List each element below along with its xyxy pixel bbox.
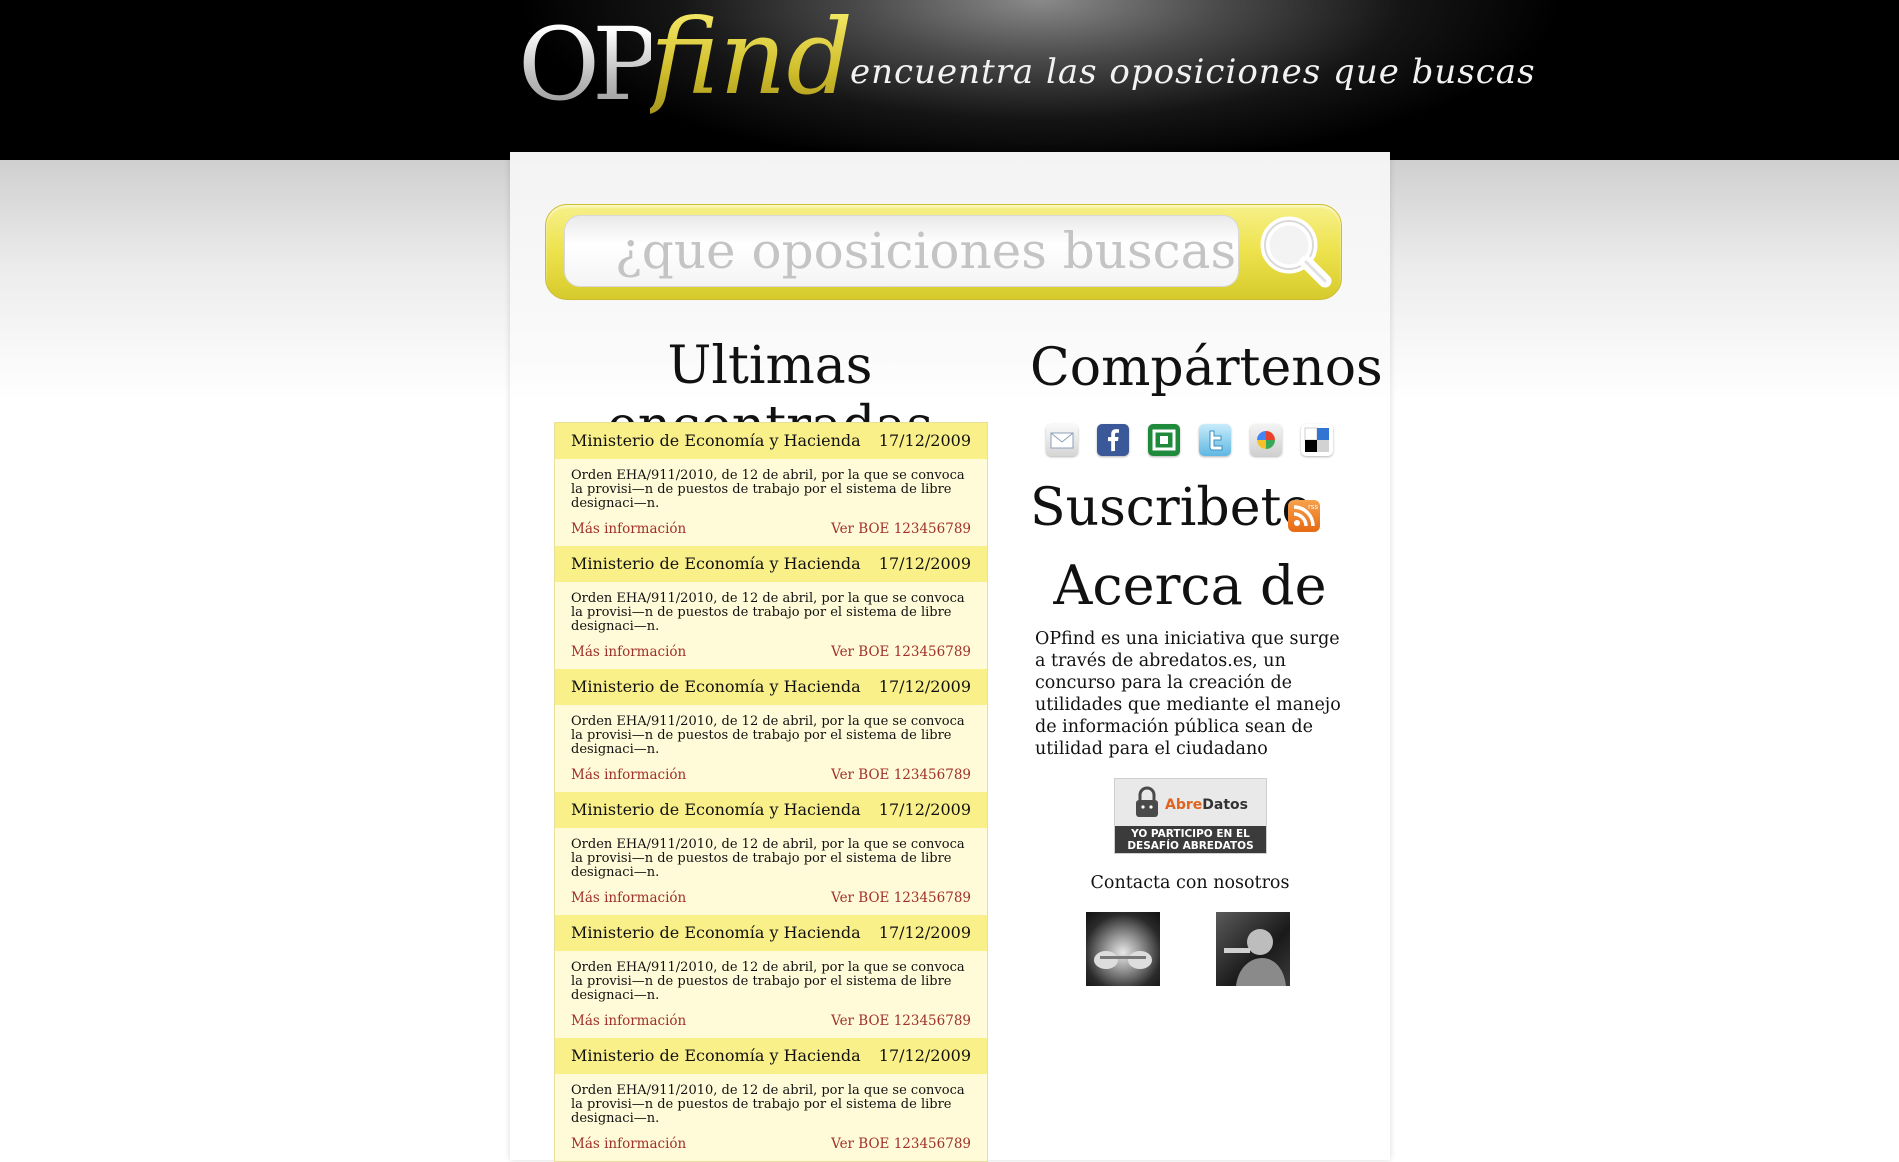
search-button[interactable]: [1251, 207, 1341, 297]
item-header: Ministerio de Economía y Hacienda 17/12/…: [555, 792, 987, 828]
item-description: Orden EHA/911/2010, de 12 de abril, por …: [571, 468, 965, 511]
list-item: Ministerio de Economía y Hacienda 17/12/…: [555, 423, 987, 546]
item-organization: Ministerio de Economía y Hacienda: [571, 431, 861, 450]
subscribe-title: Suscribete: [1030, 478, 1313, 538]
more-info-link[interactable]: Más información: [571, 644, 686, 660]
more-info-link[interactable]: Más información: [571, 890, 686, 906]
item-header: Ministerio de Economía y Hacienda 17/12/…: [555, 423, 987, 459]
item-date: 17/12/2009: [878, 431, 971, 450]
view-boe-link[interactable]: Ver BOE 123456789: [831, 767, 971, 783]
latest-list: Ministerio de Economía y Hacienda 17/12/…: [554, 422, 988, 1162]
magnifier-icon: [1260, 216, 1332, 288]
badge-caption: YO PARTICIPO EN EL DESAFÍO ABREDATOS: [1115, 826, 1266, 853]
item-date: 17/12/2009: [878, 923, 971, 942]
avatar[interactable]: [1216, 912, 1290, 986]
padlock-icon: [1136, 786, 1158, 817]
delicious-icon[interactable]: [1301, 424, 1333, 456]
email-icon[interactable]: [1046, 424, 1078, 456]
share-title: Compártenos: [1030, 338, 1383, 398]
contact-title: Contacta con nosotros: [1090, 873, 1290, 893]
item-organization: Ministerio de Economía y Hacienda: [571, 554, 861, 573]
logo-find[interactable]: find: [650, 0, 853, 118]
item-organization: Ministerio de Economía y Hacienda: [571, 800, 861, 819]
view-boe-link[interactable]: Ver BOE 123456789: [831, 521, 971, 537]
abredatos-badge[interactable]: AbreDatos YO PARTICIPO EN EL DESAFÍO ABR…: [1114, 778, 1267, 854]
facebook-icon[interactable]: [1097, 424, 1129, 456]
logo-op[interactable]: OP: [518, 6, 659, 123]
item-description: Orden EHA/911/2010, de 12 de abril, por …: [571, 837, 965, 880]
twitter-icon[interactable]: [1199, 424, 1231, 456]
item-organization: Ministerio de Economía y Hacienda: [571, 677, 861, 696]
item-date: 17/12/2009: [878, 554, 971, 573]
view-boe-link[interactable]: Ver BOE 123456789: [831, 890, 971, 906]
list-item: Ministerio de Economía y Hacienda 17/12/…: [555, 1038, 987, 1161]
list-item: Ministerio de Economía y Hacienda 17/12/…: [555, 915, 987, 1038]
list-item: Ministerio de Economía y Hacienda 17/12/…: [555, 792, 987, 915]
site-header: OP find encuentra las oposiciones que bu…: [0, 0, 1899, 160]
item-organization: Ministerio de Economía y Hacienda: [571, 923, 861, 942]
item-description: Orden EHA/911/2010, de 12 de abril, por …: [571, 960, 965, 1003]
item-description: Orden EHA/911/2010, de 12 de abril, por …: [571, 714, 965, 757]
share-icons: [1046, 424, 1336, 460]
item-date: 17/12/2009: [878, 677, 971, 696]
badge-name: AbreDatos: [1165, 797, 1248, 813]
list-item: Ministerio de Economía y Hacienda 17/12/…: [555, 669, 987, 792]
more-info-link[interactable]: Más información: [571, 1136, 686, 1152]
view-boe-link[interactable]: Ver BOE 123456789: [831, 644, 971, 660]
item-header: Ministerio de Economía y Hacienda 17/12/…: [555, 915, 987, 951]
item-description: Orden EHA/911/2010, de 12 de abril, por …: [571, 591, 965, 634]
rss-label: rss: [1308, 503, 1319, 511]
item-date: 17/12/2009: [878, 800, 971, 819]
more-info-link[interactable]: Más información: [571, 521, 686, 537]
item-header: Ministerio de Economía y Hacienda 17/12/…: [555, 1038, 987, 1074]
list-item: Ministerio de Economía y Hacienda 17/12/…: [555, 546, 987, 669]
item-organization: Ministerio de Economía y Hacienda: [571, 1046, 861, 1065]
item-description: Orden EHA/911/2010, de 12 de abril, por …: [571, 1083, 965, 1126]
more-info-link[interactable]: Más información: [571, 767, 686, 783]
stumbleupon-icon[interactable]: [1148, 424, 1180, 456]
more-info-link[interactable]: Más información: [571, 1013, 686, 1029]
about-text: OPfind es una iniciativa que surge a tra…: [1035, 629, 1341, 759]
about-title: Acerca de: [1053, 554, 1327, 617]
item-date: 17/12/2009: [878, 1046, 971, 1065]
rss-icon[interactable]: rss: [1288, 500, 1320, 532]
item-header: Ministerio de Economía y Hacienda 17/12/…: [555, 546, 987, 582]
search-bar: [545, 204, 1342, 300]
item-header: Ministerio de Economía y Hacienda 17/12/…: [555, 669, 987, 705]
view-boe-link[interactable]: Ver BOE 123456789: [831, 1013, 971, 1029]
google-buzz-icon[interactable]: [1250, 424, 1282, 456]
view-boe-link[interactable]: Ver BOE 123456789: [831, 1136, 971, 1152]
search-input[interactable]: [564, 215, 1239, 287]
tagline: encuentra las oposiciones que buscas: [850, 52, 1536, 92]
avatar[interactable]: [1086, 912, 1160, 986]
